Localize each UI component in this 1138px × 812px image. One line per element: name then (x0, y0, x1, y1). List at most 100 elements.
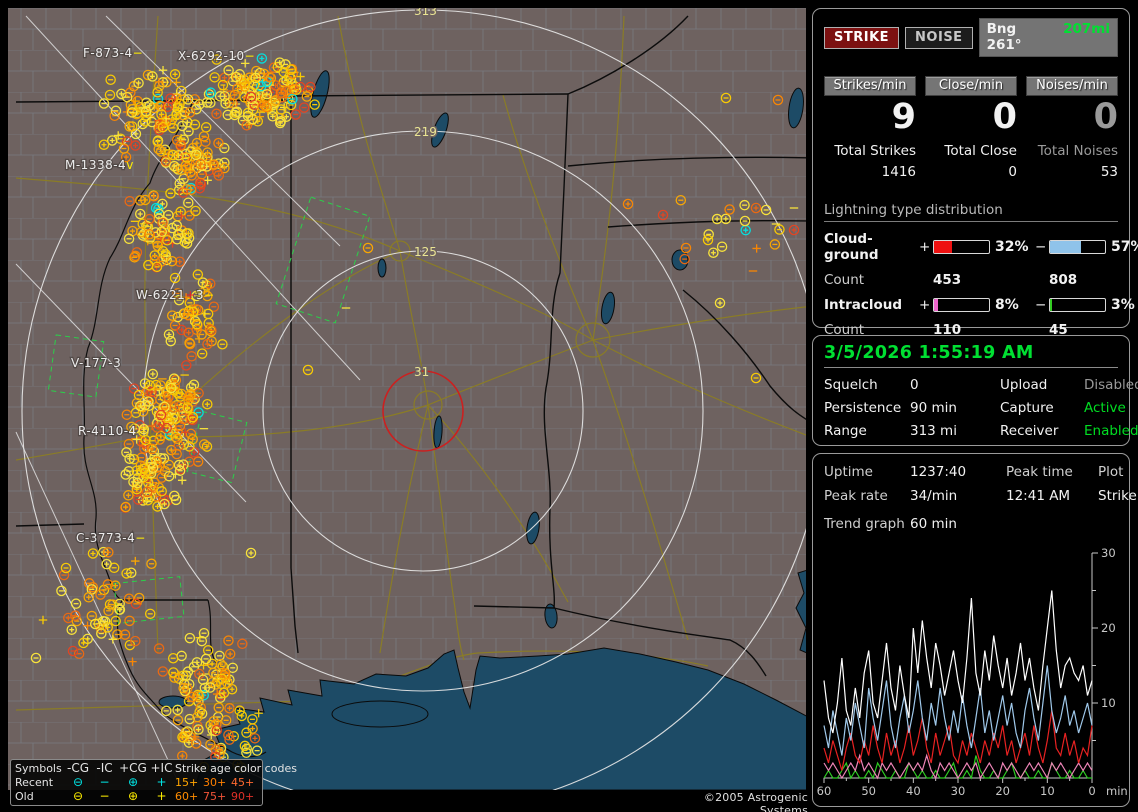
peak-time-label: Peak time (1006, 464, 1073, 480)
bearing-indicator: Bng 261° 207mi (978, 18, 1118, 57)
svg-text:X-6292-10−: X-6292-10− (178, 49, 255, 63)
cg-neg-count: 808 (1049, 271, 1078, 288)
trend-graph-value: 60 min (910, 516, 957, 532)
svg-text:30: 30 (951, 784, 966, 798)
upload-status: Disabled (1084, 377, 1138, 393)
svg-text:20: 20 (1101, 621, 1116, 635)
noise-button[interactable]: NOISE (905, 26, 973, 49)
chart-series (823, 590, 1093, 780)
strike-button[interactable]: STRIKE (824, 26, 900, 49)
persistence-label: Persistence (824, 400, 902, 416)
svg-text:V-177-3: V-177-3 (71, 356, 121, 370)
trend-chart: 10 20 30 60 50 40 30 20 10 0 min (817, 546, 1128, 798)
svg-text:31: 31 (414, 365, 429, 379)
cg-neg-recent-icon: ⊖ (72, 774, 84, 789)
svg-text:20: 20 (995, 784, 1010, 798)
age-45-label: 45+ (231, 775, 255, 789)
cloud-ground-label: Cloud-ground (824, 230, 879, 263)
age-30-label: 30+ (203, 775, 227, 789)
ic-neg-old-icon: − (99, 788, 110, 803)
cg-pos-recent-icon: ⊕ (127, 774, 139, 789)
ic-neg-bar (1049, 297, 1106, 312)
upload-label: Upload (1000, 377, 1048, 393)
svg-text:10: 10 (1101, 696, 1116, 710)
capture-status: Active (1084, 400, 1126, 416)
map-container: 313 219 125 31 F-873-4− X-6292-10− M-1338-4v W-… (8, 8, 806, 790)
close-per-min-chip[interactable]: Close/min (925, 76, 1017, 96)
squelch-value: 0 (910, 377, 919, 393)
uptime-value: 1237:40 (910, 464, 967, 480)
bearing-distance: 207mi (1063, 21, 1110, 37)
legend-header-ic-neg: -IC (96, 760, 113, 775)
legend-header-cg-pos: +CG (119, 760, 147, 775)
legend-row-old-label: Old (15, 789, 34, 803)
plus-sign: + (919, 296, 931, 313)
ic-neg-recent-icon: − (99, 774, 110, 789)
svg-text:C-3773-4−: C-3773-4− (76, 531, 146, 545)
svg-text:R-4110-4: R-4110-4 (78, 424, 137, 438)
intracloud-label: Intracloud (824, 296, 903, 313)
persistence-value: 90 min (910, 400, 957, 416)
peak-rate-label: Peak rate (824, 488, 888, 504)
status-panel: 3/5/2026 1:55:19 AM Squelch 0 Upload Dis… (812, 335, 1138, 446)
copyright-text: ©2005 Astrogenic Systems (703, 791, 808, 812)
cg-pos-old-icon: ⊕ (127, 788, 139, 803)
stats-panel: STRIKE NOISE Bng 261° 207mi Strikes/min … (812, 8, 1138, 338)
svg-text:60: 60 (817, 784, 832, 798)
lightning-map[interactable]: 313 219 125 31 F-873-4− X-6292-10− M-1338-4v W-… (8, 8, 806, 790)
cg-neg-percent: 57% (1111, 238, 1138, 255)
app-window: 313 219 125 31 F-873-4− X-6292-10− M-1338-4v W-… (0, 0, 1138, 812)
svg-text:50: 50 (861, 784, 876, 798)
noises-per-min-chip[interactable]: Noises/min (1026, 76, 1118, 96)
peak-rate-value: 34/min (910, 488, 958, 504)
cg-neg-old-icon: ⊖ (72, 788, 84, 803)
close-per-min-value: 0 (992, 97, 1017, 137)
minus-sign: − (1035, 296, 1047, 313)
svg-text:W-6221+3−: W-6221+3− (136, 288, 215, 302)
map-legend: Symbols -CG -IC +CG +IC Strike age color… (10, 759, 297, 806)
ic-pos-bar (933, 297, 990, 312)
plus-sign: + (919, 238, 931, 255)
bearing-value: Bng 261° (986, 21, 1022, 53)
total-close-label: Total Close (944, 142, 1017, 159)
trend-panel: Uptime 1237:40 Peak time Plot Peak rate … (812, 453, 1137, 807)
svg-text:F-873-4−: F-873-4− (83, 46, 143, 60)
plot-label: Plot (1098, 464, 1124, 480)
receiver-status: Enabled (1084, 423, 1138, 439)
datetime-display: 3/5/2026 1:55:19 AM (824, 343, 1118, 368)
series-ic-positive (823, 753, 1093, 780)
svg-text:30: 30 (1101, 546, 1116, 560)
distribution-title: Lightning type distribution (824, 202, 1118, 222)
range-label: Range (824, 423, 867, 439)
legend-header-age: Strike age color codes (175, 761, 297, 775)
ic-neg-percent: 3% (1111, 296, 1135, 313)
svg-text:0: 0 (1088, 784, 1095, 798)
trend-graph-label: Trend graph (824, 516, 905, 532)
legend-header-cg-neg: -CG (66, 760, 89, 775)
cg-count-label: Count (824, 271, 865, 288)
age-75-label: 75+ (203, 789, 227, 803)
strikes-per-min-chip[interactable]: Strikes/min (824, 76, 916, 96)
svg-text:min: min (1106, 784, 1128, 798)
svg-text:M-1338-4v: M-1338-4v (65, 158, 134, 172)
peak-time-value: 12:41 AM (1006, 488, 1071, 504)
total-noises-value: 53 (1100, 163, 1118, 180)
uptime-label: Uptime (824, 464, 873, 480)
noises-per-min-value: 0 (1093, 97, 1118, 137)
minus-sign: − (1035, 238, 1047, 255)
svg-text:40: 40 (906, 784, 921, 798)
ic-pos-percent: 8% (995, 296, 1019, 313)
capture-label: Capture (1000, 400, 1054, 416)
strikes-per-min-value: 9 (891, 97, 916, 137)
svg-text:219: 219 (414, 125, 437, 139)
total-strikes-value: 1416 (881, 163, 916, 180)
cg-pos-percent: 32% (995, 238, 1029, 255)
plot-value: Strike (1098, 488, 1137, 504)
cg-pos-bar (933, 239, 990, 254)
legend-header-symbols: Symbols (15, 761, 62, 775)
cg-neg-bar (1049, 239, 1106, 254)
age-60-label: 60+ (175, 789, 199, 803)
legend-header-ic-pos: +IC (150, 760, 173, 775)
range-value: 313 mi (910, 423, 957, 439)
legend-row-recent-label: Recent (15, 775, 54, 789)
